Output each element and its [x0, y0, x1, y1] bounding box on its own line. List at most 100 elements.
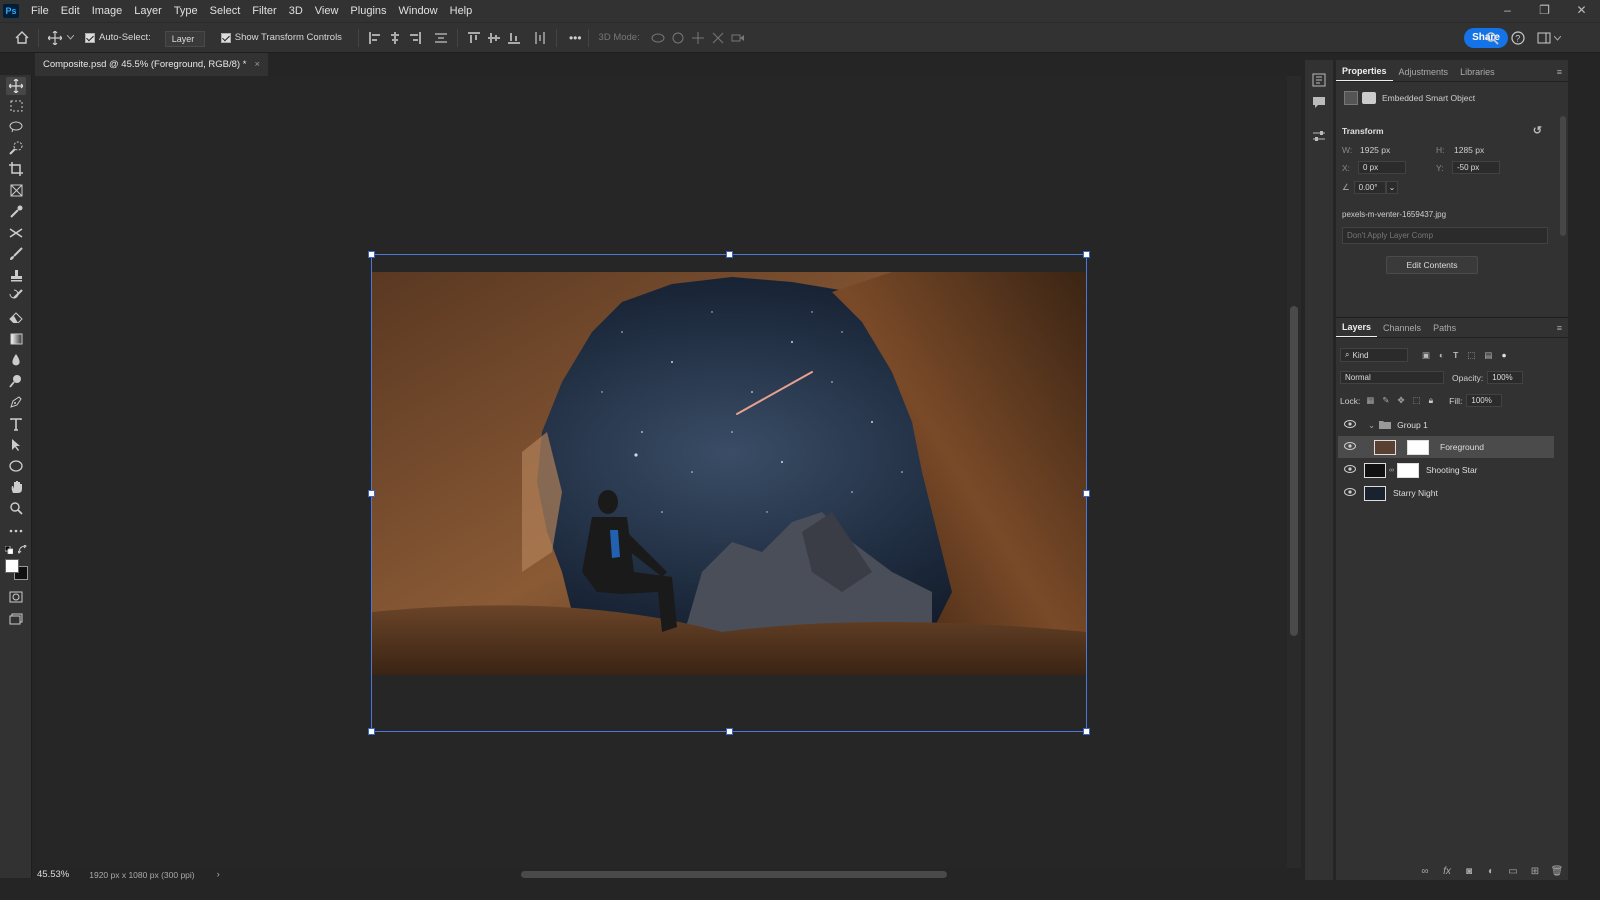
help-icon[interactable]: ?	[1508, 28, 1528, 48]
eyedropper-tool-icon[interactable]	[6, 203, 26, 221]
tab-paths[interactable]: Paths	[1427, 319, 1462, 337]
align-middle-icon[interactable]	[484, 28, 504, 48]
close-window-button[interactable]: ✕	[1563, 0, 1600, 22]
chevron-down-icon[interactable]: ⌄	[1368, 420, 1375, 431]
tab-layers[interactable]: Layers	[1336, 318, 1378, 337]
horizontal-scrollbar-thumb[interactable]	[521, 871, 947, 878]
chevron-down-icon[interactable]	[1552, 28, 1562, 48]
link-layers-icon[interactable]: ∞	[1414, 866, 1436, 877]
visibility-eye-icon[interactable]	[1344, 420, 1358, 430]
history-panel-icon[interactable]	[1309, 70, 1329, 90]
delete-layer-icon[interactable]: 🗑︎	[1546, 866, 1568, 877]
quick-selection-tool-icon[interactable]	[6, 139, 26, 157]
move-tool-icon[interactable]	[45, 28, 65, 48]
marquee-tool-icon[interactable]	[6, 97, 26, 115]
default-colors-icon[interactable]	[4, 545, 14, 555]
lock-transparent-icon[interactable]: ▦	[1366, 395, 1374, 406]
roll-3d-icon[interactable]	[668, 28, 688, 48]
lock-artboard-icon[interactable]: ⬚	[1413, 395, 1421, 406]
layer-row[interactable]: ⌄ Group 1	[1338, 414, 1554, 436]
align-left-icon[interactable]	[365, 28, 385, 48]
align-top-icon[interactable]	[464, 28, 484, 48]
visibility-eye-icon[interactable]	[1344, 465, 1358, 475]
layer-row[interactable]: Starry Night	[1338, 482, 1554, 504]
foreground-color-swatch[interactable]	[5, 559, 19, 573]
workspace-icon[interactable]	[1534, 28, 1554, 48]
scrollbar-thumb[interactable]	[1290, 306, 1298, 636]
crop-tool-icon[interactable]	[6, 160, 26, 178]
lock-position-icon[interactable]: ✥	[1397, 395, 1404, 406]
eraser-tool-icon[interactable]	[6, 308, 26, 326]
status-arrow[interactable]: ›	[217, 869, 220, 880]
fx-icon[interactable]: fx	[1436, 866, 1458, 877]
distribute-icon[interactable]	[431, 28, 451, 48]
type-tool-icon[interactable]	[6, 415, 26, 433]
menu-view[interactable]: View	[309, 5, 345, 17]
menu-type[interactable]: Type	[168, 5, 204, 17]
visibility-eye-icon[interactable]	[1344, 442, 1358, 452]
more-tools-icon[interactable]	[6, 522, 26, 540]
slide-3d-icon[interactable]	[708, 28, 728, 48]
transform-handle[interactable]	[368, 728, 375, 735]
transform-handle[interactable]	[1083, 728, 1090, 735]
canvas-area[interactable]	[35, 76, 1287, 868]
screen-mode-icon[interactable]	[6, 610, 26, 628]
blend-mode-dropdown[interactable]: Normal	[1340, 371, 1444, 384]
chevron-down-icon[interactable]: ⌄	[1385, 181, 1398, 194]
kind-filter-dropdown[interactable]: ⌕ Kind	[1340, 348, 1408, 362]
gradient-tool-icon[interactable]	[6, 330, 26, 348]
y-position-input[interactable]: -50 px	[1452, 161, 1500, 174]
transform-handle[interactable]	[726, 728, 733, 735]
layer-row[interactable]: ∞ Shooting Star	[1338, 459, 1554, 481]
x-position-input[interactable]: 0 px	[1358, 161, 1406, 174]
clone-stamp-tool-icon[interactable]	[6, 266, 26, 284]
filter-toggle-icon[interactable]: ●	[1501, 350, 1506, 360]
panel-menu-icon[interactable]: ≡	[1551, 63, 1568, 81]
menu-help[interactable]: Help	[444, 5, 479, 17]
healing-brush-tool-icon[interactable]	[6, 224, 26, 242]
tab-channels[interactable]: Channels	[1377, 319, 1427, 337]
path-selection-tool-icon[interactable]	[6, 436, 26, 454]
transform-handle[interactable]	[368, 490, 375, 497]
tab-properties[interactable]: Properties	[1336, 62, 1393, 81]
menu-image[interactable]: Image	[86, 5, 129, 17]
menu-file[interactable]: File	[25, 5, 55, 17]
menu-select[interactable]: Select	[204, 5, 247, 17]
comments-panel-icon[interactable]	[1309, 92, 1329, 112]
vertical-scrollbar[interactable]	[1287, 76, 1301, 868]
search-icon[interactable]	[1482, 28, 1502, 48]
menu-edit[interactable]: Edit	[55, 5, 86, 17]
ellipse-tool-icon[interactable]	[6, 457, 26, 475]
type-filter-icon[interactable]: T	[1453, 350, 1458, 360]
align-bottom-icon[interactable]	[504, 28, 524, 48]
pan-3d-icon[interactable]	[688, 28, 708, 48]
new-layer-icon[interactable]: ⊞	[1524, 866, 1546, 877]
quick-mask-icon[interactable]	[6, 588, 26, 606]
opacity-input[interactable]: 100%	[1487, 371, 1524, 384]
add-mask-icon[interactable]: ◙	[1458, 866, 1480, 877]
hand-tool-icon[interactable]	[6, 478, 26, 496]
pen-tool-icon[interactable]	[6, 393, 26, 411]
height-value[interactable]: 1285 px	[1454, 145, 1484, 155]
edit-contents-button[interactable]: Edit Contents	[1386, 256, 1478, 274]
orbit-3d-icon[interactable]	[648, 28, 668, 48]
layer-mask-thumbnail[interactable]	[1397, 462, 1419, 478]
menu-filter[interactable]: Filter	[246, 5, 282, 17]
home-icon[interactable]	[12, 28, 32, 48]
tab-libraries[interactable]: Libraries	[1454, 63, 1501, 81]
visibility-eye-icon[interactable]	[1344, 488, 1358, 498]
show-transform-controls-checkbox[interactable]: Show Transform Controls	[220, 32, 342, 43]
lock-pixels-icon[interactable]: ✎	[1382, 395, 1389, 406]
layer-row[interactable]: Foreground	[1338, 436, 1554, 458]
link-icon[interactable]: ∞	[1389, 467, 1394, 474]
properties-scrollbar[interactable]	[1560, 116, 1566, 236]
auto-select-checkbox[interactable]: Auto-Select:	[85, 32, 151, 43]
width-value[interactable]: 1925 px	[1360, 145, 1390, 155]
lock-all-icon[interactable]: 🔒︎	[1429, 395, 1434, 406]
close-tab-button[interactable]: ×	[254, 59, 260, 70]
menu-plugins[interactable]: Plugins	[344, 5, 392, 17]
new-group-icon[interactable]: ▭	[1502, 866, 1524, 877]
layer-comp-dropdown[interactable]: Don't Apply Layer Comp	[1342, 227, 1548, 244]
menu-3d[interactable]: 3D	[283, 5, 309, 17]
adjustment-layer-icon[interactable]: ◐	[1480, 866, 1502, 877]
